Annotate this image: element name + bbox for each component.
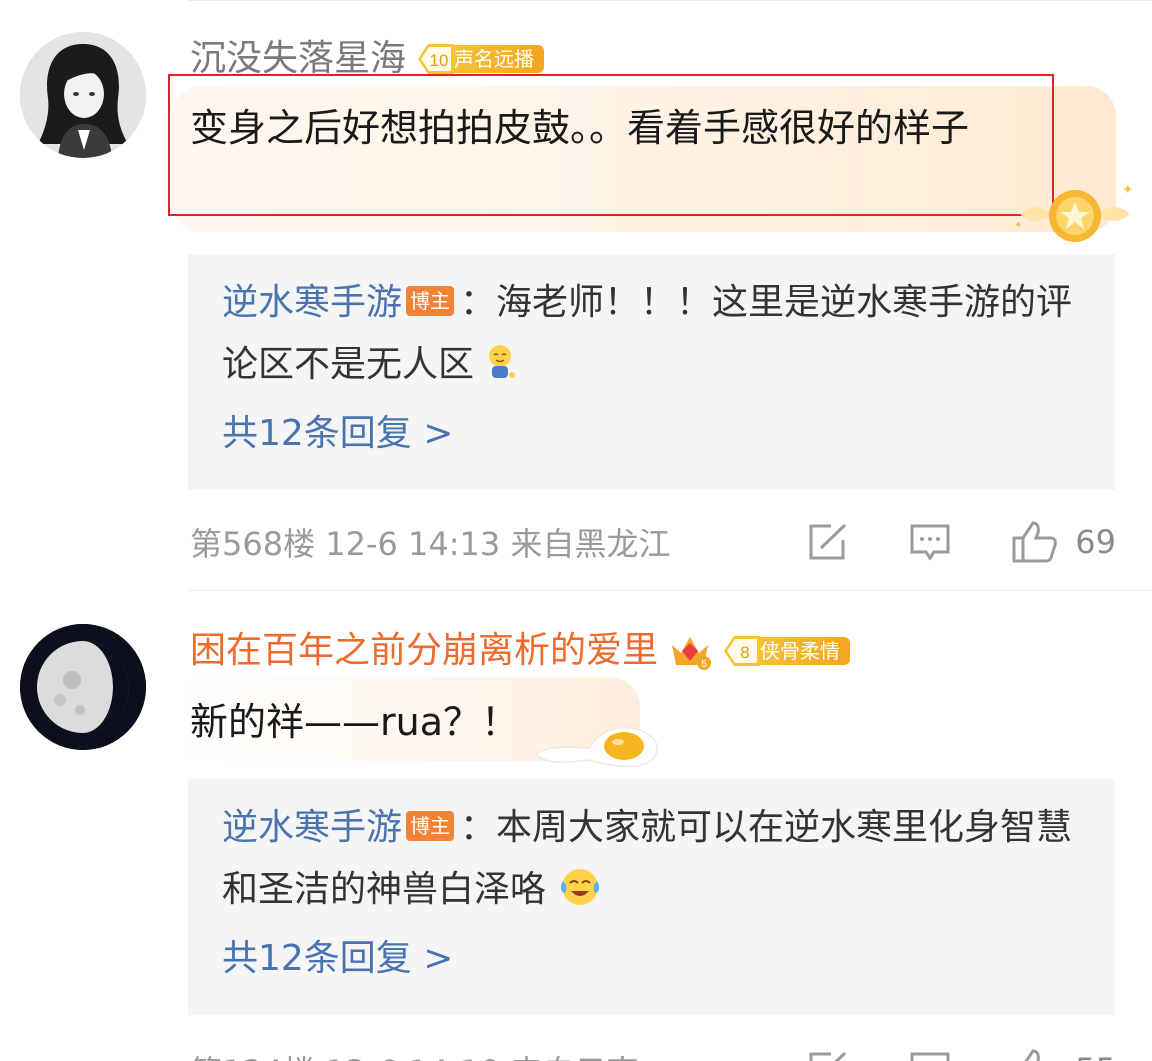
reply-box[interactable]: 逆水寒手游 博主 ：本周大家就可以在逆水寒里化身智慧和圣洁的神兽白泽咯 共12条回复… [188,779,1115,1015]
avatar-moon-icon [20,624,146,750]
comment-button[interactable] [909,1051,951,1061]
share-icon [809,523,847,560]
highlight-box [168,74,1054,216]
emoji-cry-laugh-icon [561,869,600,905]
like-button[interactable]: 69 [1011,520,1116,564]
fan-badge[interactable]: 10 声名远播 [416,42,545,76]
comment-button[interactable] [909,523,951,561]
medal-sticker-icon: ✦ ✦ [1014,182,1134,242]
more-replies-link[interactable]: 共12条回复 > [222,929,1081,989]
fried-egg-sticker-icon [534,727,658,768]
more-replies-link[interactable]: 共12条回复 > [222,404,1081,464]
action-bar: 55 [807,1048,1116,1061]
action-bar: 69 [807,520,1116,564]
like-count: 55 [1075,1051,1116,1061]
comment-item: 困在百年之前分崩离析的爱里 5 8 侠骨柔情 新的祥——rua？！ 逆水寒手游博… [0,592,1152,1061]
share-button[interactable] [807,523,849,561]
fan-title: 侠骨柔情 [754,637,851,665]
thumbs-up-icon [1024,1049,1041,1061]
share-button[interactable] [807,1051,849,1061]
author-tag: 博主 [406,286,455,316]
meta-row: 第124楼 12-6 14:10 来自云南 55 [190,1040,1116,1061]
comment-meta: 第568楼 12-6 14:13 来自黑龙江 [190,525,671,563]
svg-text:✦: ✦ [1122,182,1134,198]
author-tag: 博主 [406,811,455,841]
like-count: 69 [1075,523,1116,561]
avatar[interactable] [20,624,146,750]
svg-text:8: 8 [740,643,749,662]
name-row: 困在百年之前分崩离析的爱里 5 8 侠骨柔情 [190,626,851,676]
svg-text:5: 5 [701,659,707,670]
vip-crown-icon: 5 [672,637,712,670]
username[interactable]: 困在百年之前分崩离析的爱里 [190,629,658,673]
reply-line: 逆水寒手游 博主 ：本周大家就可以在逆水寒里化身智慧和圣洁的神兽白泽咯 [222,797,1081,921]
comment-divider [188,590,1152,591]
thumbs-up-icon [1012,521,1058,563]
comment-item: 沉没失落星海 10 声名远播 变身之后好想拍拍皮鼓。。看着手感很好的样子 ✦ ✦… [0,0,1152,592]
avatar-anime-icon [20,32,146,158]
share-icon [809,1051,847,1061]
comment-meta: 第124楼 12-6 14:10 来自云南 [190,1047,638,1061]
fan-level-icon: 8 [724,636,761,666]
comment-icon [910,1052,950,1061]
reply-author[interactable]: 逆水寒手游 [222,282,402,323]
reply-author[interactable]: 逆水寒手游 [222,807,402,848]
fan-level-icon: 10 [418,44,455,74]
fan-badge[interactable]: 8 侠骨柔情 [722,634,851,668]
comment-icon [910,524,950,561]
like-button[interactable]: 55 [1011,1048,1116,1061]
reply-box[interactable]: 逆水寒手游 博主 ：海老师！！！这里是逆水寒手游的评论区不是无人区 共12条回复 > [188,254,1115,490]
reply-line: 逆水寒手游 博主 ：海老师！！！这里是逆水寒手游的评论区不是无人区 [222,272,1081,396]
meta-row: 第568楼 12-6 14:13 来自黑龙江 69 [190,512,1116,572]
emoji-shy-icon [489,345,516,378]
svg-text:10: 10 [430,51,449,70]
svg-text:✦: ✦ [1014,220,1022,231]
fan-title: 声名远播 [448,45,545,73]
avatar[interactable] [20,32,146,158]
